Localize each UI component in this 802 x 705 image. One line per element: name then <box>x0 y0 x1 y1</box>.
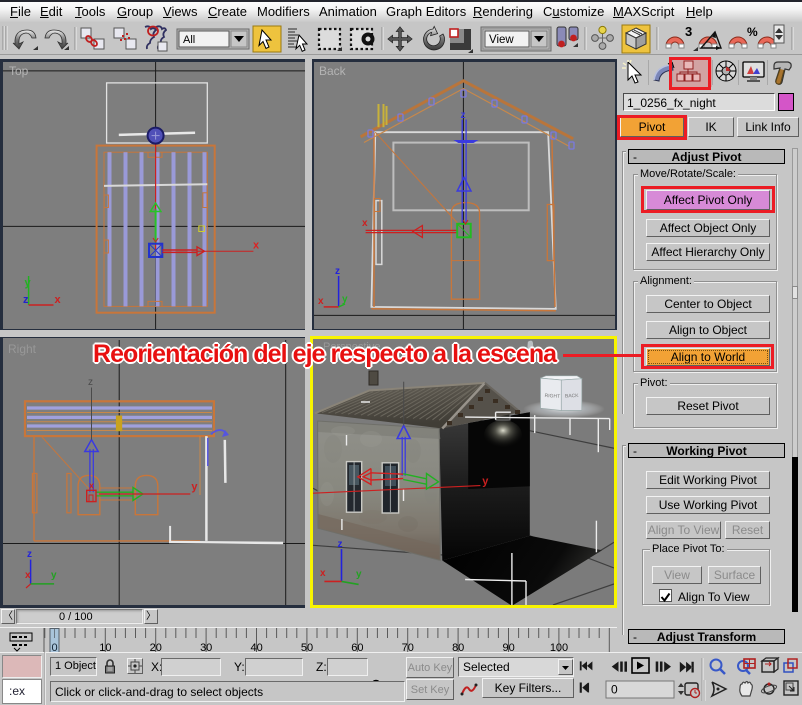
svg-text:z: z <box>335 266 340 277</box>
svg-text:Back: Back <box>319 64 347 78</box>
svg-text:y: y <box>342 294 348 305</box>
svg-text:z: z <box>461 110 466 121</box>
svg-text:x: x <box>253 240 260 252</box>
svg-text:Right: Right <box>8 342 37 356</box>
svg-text:x: x <box>25 570 31 581</box>
svg-text:z: z <box>88 377 93 388</box>
svg-text:x: x <box>362 218 368 229</box>
svg-text:x: x <box>318 296 324 307</box>
svg-text:z: z <box>338 539 343 550</box>
svg-text:z: z <box>23 294 29 306</box>
svg-text:x: x <box>89 481 94 491</box>
svg-text:Top: Top <box>9 64 29 78</box>
svg-text:0: 0 <box>611 683 618 697</box>
svg-text:y: y <box>51 570 57 581</box>
svg-text:RIGHT: RIGHT <box>544 393 560 400</box>
svg-text:y: y <box>25 277 32 289</box>
svg-text:BACK: BACK <box>565 393 579 399</box>
svg-text:View: View <box>489 34 514 46</box>
svg-text:z: z <box>27 549 32 560</box>
svg-text:y: y <box>356 569 362 580</box>
svg-text:3: 3 <box>685 24 692 39</box>
svg-text:x: x <box>55 294 62 306</box>
svg-text:x: x <box>320 568 326 579</box>
svg-text:All: All <box>183 34 195 46</box>
svg-text:y: y <box>482 476 489 488</box>
svg-text:y: y <box>191 481 198 493</box>
svg-text:%: % <box>747 25 758 39</box>
